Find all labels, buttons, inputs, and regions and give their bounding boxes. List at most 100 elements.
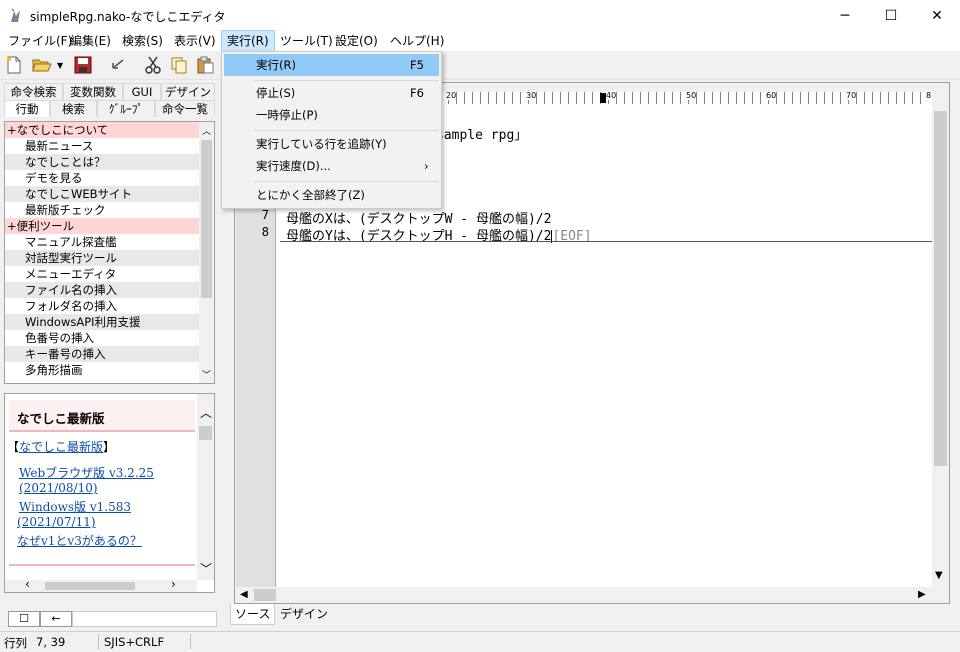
tree-category[interactable]: +便利ツール	[5, 218, 199, 234]
menu-run[interactable]: 実行(R)	[221, 30, 275, 52]
undo-icon[interactable]	[107, 54, 129, 76]
menu-view[interactable]: 表示(V)	[169, 31, 221, 51]
command-tree[interactable]: +なでしこについて 最新ニュース なでしことは？ デモを見る なでしこWEBサイト 最新版…	[4, 121, 215, 384]
run-menu-dropdown: 実行(R) F5 停止(S) F6 一時停止(P) 実行している行を追跡(Y) 実行…	[221, 51, 442, 209]
menu-run-pause[interactable]: 一時停止(P)	[224, 104, 439, 126]
panel-toggle-button[interactable]: ☐	[8, 611, 40, 627]
menu-separator	[254, 80, 439, 81]
tree-scroll-thumb[interactable]	[201, 140, 212, 298]
menu-tools[interactable]: ツール(T)	[275, 31, 338, 51]
editor-vscroll-thumb[interactable]	[934, 111, 947, 466]
editor-vscrollbar[interactable]: ▼	[932, 104, 949, 587]
news-hscrollbar[interactable]: ‹ ›	[5, 577, 197, 592]
maximize-button[interactable]: ☐	[868, 0, 914, 31]
menu-run-execute[interactable]: 実行(R) F5	[224, 54, 439, 76]
tree-item[interactable]: 色番号の挿入	[5, 330, 199, 346]
tab-design[interactable]: デザイン	[161, 83, 215, 100]
tab-command-search[interactable]: 命令検索	[4, 83, 63, 100]
tree-scrollbar[interactable]: ︿ ﹀	[199, 122, 214, 383]
save-icon[interactable]	[72, 54, 94, 76]
title-bar: simpleRpg.nako-なでしこエディタ ─ ☐ ✕	[0, 0, 960, 31]
news-scrollbar[interactable]: ︿ ﹀	[197, 394, 214, 580]
close-button[interactable]: ✕	[914, 0, 960, 31]
current-line-underline	[280, 241, 932, 242]
news-link-web-date[interactable]: (2021/08/10)	[19, 481, 98, 495]
back-arrow-button[interactable]: ←	[40, 611, 72, 627]
tab-gui[interactable]: GUI	[123, 83, 161, 100]
tree-category[interactable]: +なでしこについて	[5, 122, 199, 138]
editor-scroll-left-icon[interactable]: ◀	[240, 589, 248, 600]
news-heading: なでしこ最新版	[17, 411, 105, 426]
tab-command-list[interactable]: 命令一覧	[155, 100, 215, 117]
editor-hscroll-thumb[interactable]	[254, 589, 276, 601]
tab-group[interactable]: ｸﾞﾙｰﾌﾟ	[97, 100, 155, 117]
tree-rows: +なでしこについて 最新ニュース なでしことは？ デモを見る なでしこWEBサイト 最新版…	[5, 122, 199, 378]
news-scroll-thumb[interactable]	[199, 426, 212, 440]
tree-item[interactable]: メニューエディタ	[5, 266, 199, 282]
status-position-value: 7, 39	[36, 635, 66, 649]
tree-item[interactable]: ファイル名の挿入	[5, 282, 199, 298]
status-bar: 行列 7, 39 SJIS+CRLF	[0, 631, 960, 652]
bracket-open: 【	[7, 440, 20, 454]
ruler-cursor-marker	[600, 93, 606, 103]
copy-icon[interactable]	[168, 54, 190, 76]
scroll-up-icon[interactable]: ︿	[202, 124, 211, 137]
news-heading-box: なでしこ最新版	[9, 400, 195, 432]
tree-item[interactable]: キー番号の挿入	[5, 346, 199, 362]
menu-separator	[254, 181, 439, 182]
news-scroll-up-icon[interactable]: ︿	[200, 404, 212, 421]
minimize-button[interactable]: ─	[822, 0, 868, 31]
tree-item[interactable]: なでしこWEBサイト	[5, 186, 199, 202]
scroll-down-icon[interactable]: ﹀	[202, 368, 211, 381]
open-folder-icon[interactable]	[31, 54, 53, 76]
news-latest-link[interactable]: なでしこ最新版	[19, 440, 103, 454]
cut-icon[interactable]	[142, 54, 164, 76]
left-bottom-bar	[72, 611, 217, 627]
news-link-web[interactable]: Webブラウザ版 v3.2.25	[19, 464, 154, 481]
tab-search[interactable]: 検索	[50, 100, 97, 117]
news-link-why[interactable]: なぜv1とv3があるの？	[17, 532, 142, 549]
menu-run-terminate-all[interactable]: とにかく全部終了(Z)	[224, 184, 439, 206]
ruler-label-20: 20	[446, 91, 457, 100]
tree-item[interactable]: 最新版チェック	[5, 202, 199, 218]
news-scroll-down-icon[interactable]: ﹀	[200, 560, 212, 577]
tree-item[interactable]: フォルダ名の挿入	[5, 298, 199, 314]
editor-scroll-right-icon[interactable]: ▶	[918, 589, 926, 600]
menu-help[interactable]: ヘルプ(H)	[385, 31, 449, 51]
app-icon	[8, 8, 24, 24]
tree-item[interactable]: デモを見る	[5, 170, 199, 186]
editor-hscrollbar[interactable]: ◀ ▶	[236, 587, 932, 603]
submenu-arrow-icon: ›	[424, 159, 429, 173]
tab-source[interactable]: ソース	[230, 604, 276, 625]
tab-variables-functions[interactable]: 変数関数	[63, 83, 123, 100]
bracket-close: 】	[103, 440, 116, 454]
news-scroll-left-icon[interactable]: ‹	[25, 577, 30, 591]
menu-settings[interactable]: 設定(O)	[330, 31, 383, 51]
menu-edit[interactable]: 編集(E)	[65, 31, 116, 51]
editor-scroll-down-icon[interactable]: ▼	[935, 570, 943, 581]
menu-search[interactable]: 検索(S)	[117, 31, 168, 51]
line-number: 8	[261, 225, 269, 239]
paste-icon[interactable]	[194, 54, 216, 76]
status-divider	[190, 634, 191, 649]
tree-item[interactable]: 多角形描画	[5, 362, 199, 378]
menu-run-speed[interactable]: 実行速度(D)... ›	[224, 155, 439, 177]
ruler-label-30: 30	[526, 91, 537, 100]
menu-run-stop[interactable]: 停止(S) F6	[224, 82, 439, 104]
tab-action[interactable]: 行動	[4, 100, 50, 117]
news-scroll-right-icon[interactable]: ›	[171, 577, 176, 591]
menu-run-trace[interactable]: 実行している行を追跡(Y)	[224, 133, 439, 155]
news-divider	[9, 564, 195, 566]
tree-item[interactable]: 最新ニュース	[5, 138, 199, 154]
tree-item[interactable]: なでしことは？	[5, 154, 199, 170]
tree-item[interactable]: WindowsAPI利用支援	[5, 314, 199, 330]
tree-item[interactable]: マニュアル探査艦	[5, 234, 199, 250]
menu-separator	[254, 130, 439, 131]
news-link-windows[interactable]: Windows版 v1.583	[19, 498, 131, 515]
dropdown-arrow-icon[interactable]: ▼	[57, 61, 63, 70]
tab-design-view[interactable]: デザイン	[276, 604, 332, 624]
new-file-icon[interactable]	[3, 54, 25, 76]
news-hscroll-thumb[interactable]	[45, 582, 135, 590]
tree-item[interactable]: 対話型実行ツール	[5, 250, 199, 266]
news-link-windows-date[interactable]: (2021/07/11)	[17, 515, 96, 529]
